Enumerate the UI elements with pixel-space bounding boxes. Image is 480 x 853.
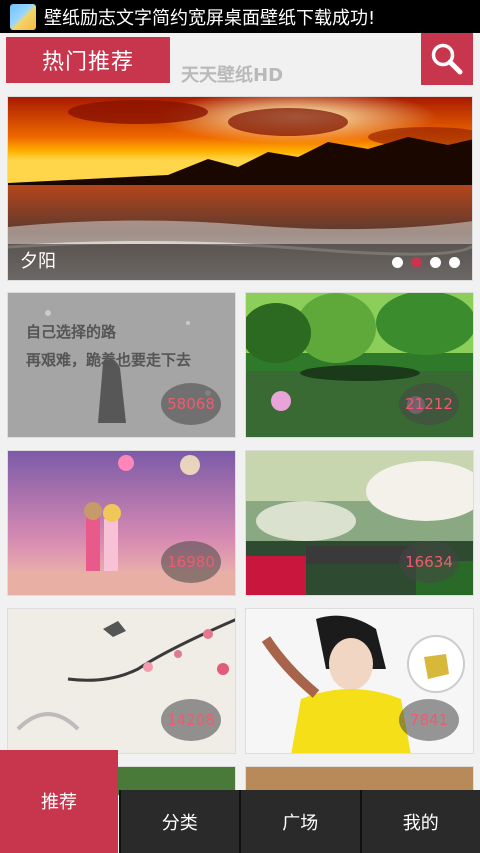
header: 热门推荐 天天壁纸HD — [0, 33, 480, 87]
status-bar: 壁纸励志文字简约宽屏桌面壁纸下载成功! — [0, 0, 480, 33]
banner-caption: 夕阳 — [20, 251, 56, 272]
banner-dot[interactable] — [449, 257, 460, 268]
banner-dot[interactable] — [430, 257, 441, 268]
status-notification-text: 壁纸励志文字简约宽屏桌面壁纸下载成功! — [44, 7, 376, 29]
nav-square[interactable]: 广场 — [239, 790, 360, 853]
wallpaper-tile[interactable]: 16634 — [245, 450, 474, 596]
download-count-badge: 7841 — [399, 699, 459, 741]
app-title: 天天壁纸HD — [181, 65, 284, 86]
search-button[interactable] — [421, 33, 473, 85]
quote-line-1: 自己选择的路 — [26, 323, 117, 341]
download-count-badge: 58068 — [161, 383, 221, 425]
wallpaper-tile[interactable]: 16980 — [7, 450, 236, 596]
search-icon — [431, 43, 463, 75]
wallpaper-tile[interactable]: 21212 — [245, 292, 474, 438]
wallpaper-tile[interactable]: 14208 — [7, 608, 236, 754]
wallpaper-tile[interactable]: 7841 — [245, 608, 474, 754]
wallpaper-tile[interactable]: 自己选择的路 再艰难，跪着也要走下去 58068 — [7, 292, 236, 438]
wallpaper-app-icon — [10, 3, 36, 30]
download-count-badge: 16980 — [161, 541, 221, 583]
nav-category[interactable]: 分类 — [118, 790, 239, 853]
hot-recommend-tab[interactable]: 热门推荐 — [6, 37, 170, 83]
banner-dot-active[interactable] — [411, 257, 422, 268]
download-count-badge: 14208 — [161, 699, 221, 741]
download-count-badge: 16634 — [399, 541, 459, 583]
download-count-badge: 21212 — [399, 383, 459, 425]
nav-recommend-active[interactable]: 推荐 — [0, 750, 118, 853]
banner-dot[interactable] — [392, 257, 403, 268]
banner-page-indicator — [392, 257, 460, 268]
featured-banner[interactable]: 夕阳 — [7, 96, 473, 281]
nav-mine[interactable]: 我的 — [359, 790, 480, 853]
quote-line-2: 再艰难，跪着也要走下去 — [26, 351, 192, 369]
